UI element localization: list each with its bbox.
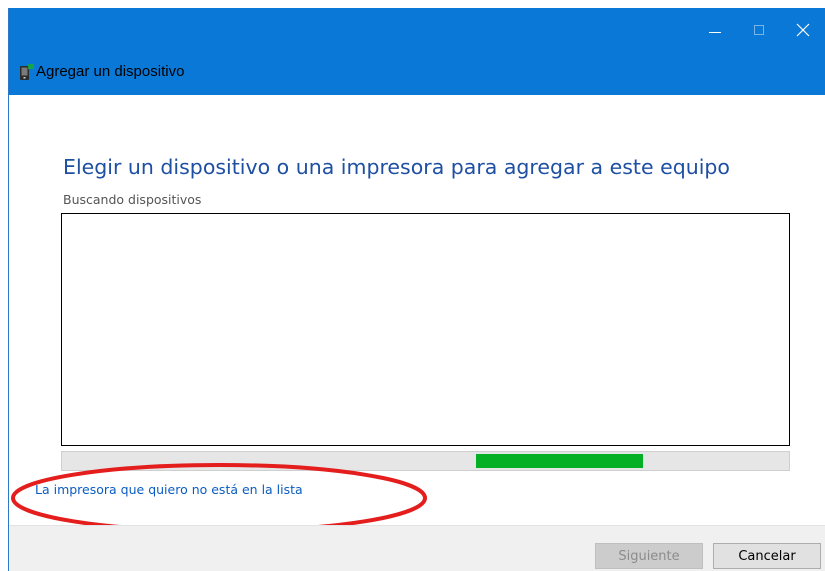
add-device-window: Agregar un dispositivo Elegir un disposi… bbox=[8, 8, 825, 571]
close-icon bbox=[796, 23, 810, 37]
title-bar[interactable]: Agregar un dispositivo bbox=[9, 8, 825, 95]
device-list[interactable] bbox=[61, 213, 790, 446]
printer-not-listed-link[interactable]: La impresora que quiero no está en la li… bbox=[35, 482, 303, 498]
maximize-button bbox=[737, 8, 781, 52]
caption-controls bbox=[693, 8, 825, 52]
cancel-button-label: Cancelar bbox=[738, 548, 796, 564]
cancel-button[interactable]: Cancelar bbox=[713, 543, 821, 569]
minimize-icon bbox=[709, 31, 721, 33]
dialog-footer: Siguiente Cancelar bbox=[9, 525, 825, 571]
close-button[interactable] bbox=[781, 8, 825, 52]
page-heading: Elegir un dispositivo o una impresora pa… bbox=[63, 155, 730, 179]
screen: Agregar un dispositivo Elegir un disposi… bbox=[0, 0, 825, 571]
next-button[interactable]: Siguiente bbox=[595, 543, 703, 569]
progress-fill bbox=[476, 454, 643, 468]
search-progress-bar bbox=[61, 451, 790, 471]
window-title: Agregar un dispositivo bbox=[36, 63, 185, 80]
devices-icon bbox=[20, 64, 34, 80]
search-status: Buscando dispositivos bbox=[63, 192, 202, 207]
next-button-label: Siguiente bbox=[618, 548, 680, 564]
minimize-button[interactable] bbox=[693, 8, 737, 52]
maximize-icon bbox=[754, 25, 764, 35]
